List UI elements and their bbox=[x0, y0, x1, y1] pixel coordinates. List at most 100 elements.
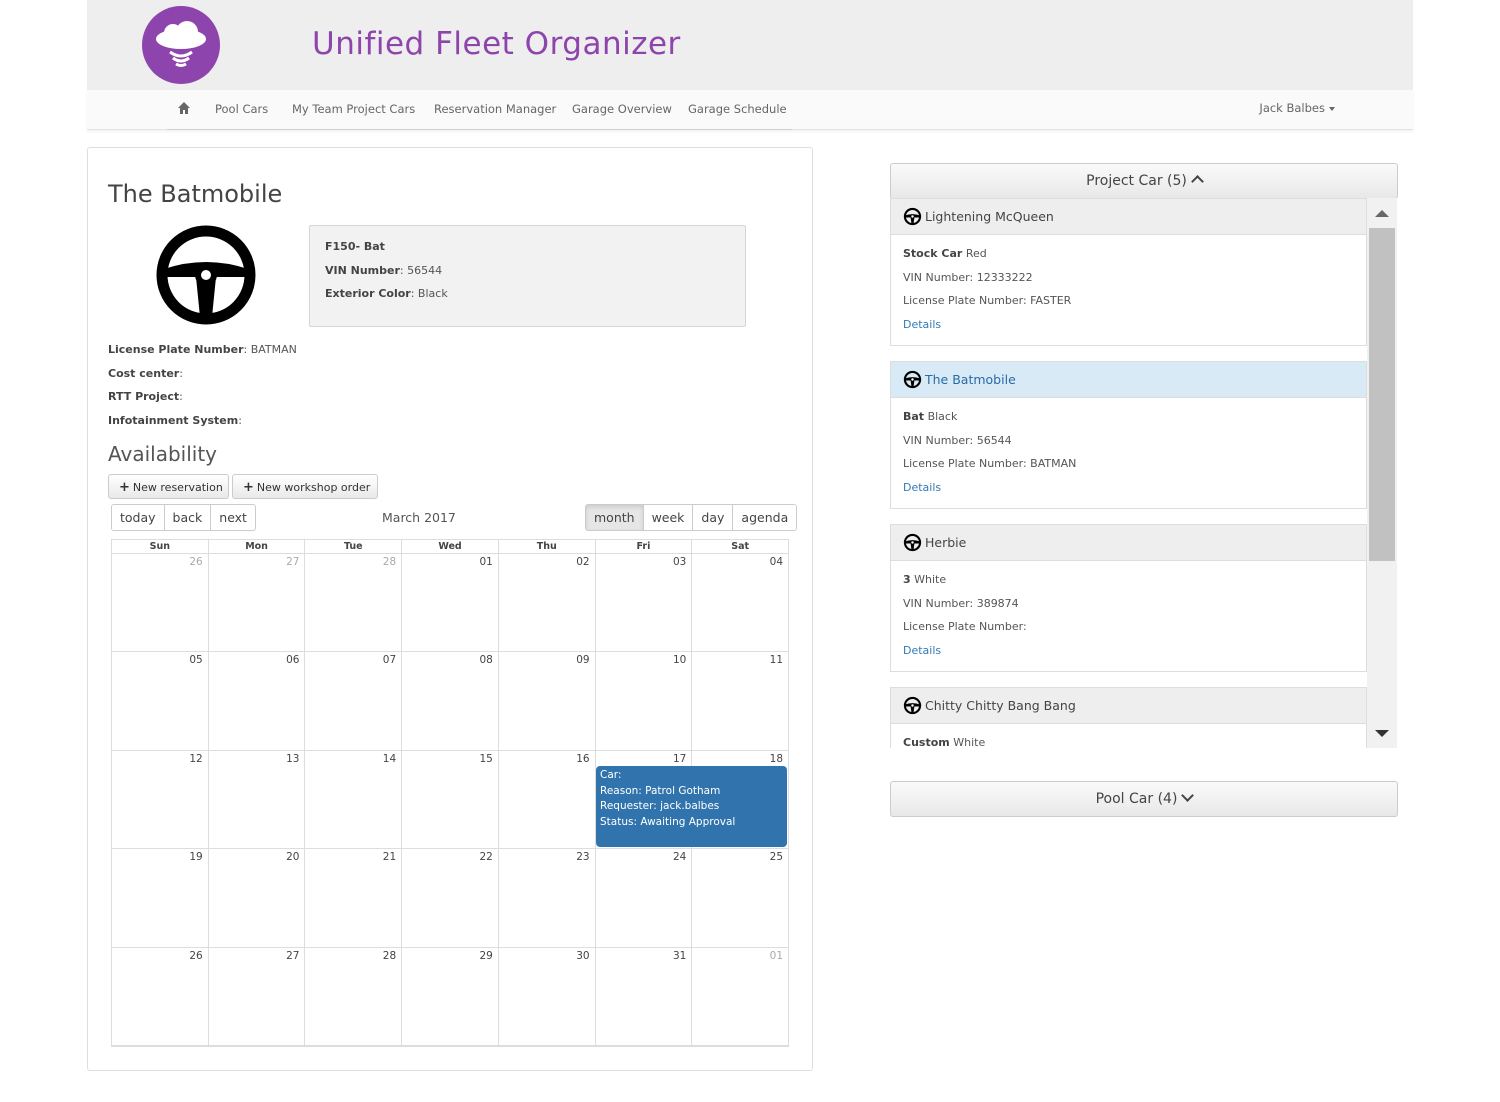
new-reservation-button[interactable]: + New reservation bbox=[108, 474, 229, 499]
spec-exterior-color: Exterior Color: Black bbox=[325, 287, 448, 300]
calendar-day-cell[interactable]: 27 bbox=[209, 947, 306, 1045]
day-number: 14 bbox=[382, 752, 397, 765]
car-vin: VIN Number: 389874 bbox=[903, 596, 1019, 610]
calendar-day-cell[interactable]: 11 bbox=[692, 652, 788, 749]
calendar-day-cell[interactable]: 29 bbox=[402, 947, 499, 1045]
calendar-day-cell[interactable]: 03 bbox=[596, 554, 693, 652]
calendar-day-cell[interactable]: 02 bbox=[499, 554, 596, 652]
user-menu[interactable]: Jack Balbes bbox=[1259, 101, 1335, 115]
calendar-day-cell[interactable]: 30 bbox=[499, 947, 596, 1045]
calendar-day-cell[interactable]: 23 bbox=[499, 849, 596, 947]
day-number: 09 bbox=[576, 654, 590, 667]
weekday-label: Tue bbox=[305, 540, 403, 553]
view-day-button[interactable]: day bbox=[693, 505, 734, 530]
day-number: 27 bbox=[286, 949, 300, 962]
nav-divider bbox=[167, 129, 792, 130]
calendar-day-cell[interactable]: 24 bbox=[596, 849, 693, 947]
calendar-view-group: month week day agenda bbox=[585, 504, 798, 531]
calendar-day-cell[interactable]: 06 bbox=[209, 652, 306, 750]
scroll-down-arrow-icon[interactable] bbox=[1375, 730, 1389, 737]
day-number: 01 bbox=[479, 556, 493, 568]
view-month-button[interactable]: month bbox=[586, 505, 644, 530]
calendar-day-cell[interactable]: 20 bbox=[209, 849, 306, 947]
calendar-day-cell[interactable]: 13 bbox=[209, 750, 306, 849]
nav-pool-cars[interactable]: Pool Cars bbox=[215, 102, 268, 116]
car-card-header[interactable]: Herbie bbox=[891, 525, 1366, 561]
day-number: 31 bbox=[672, 949, 687, 962]
calendar-day-cell[interactable]: 09 bbox=[499, 652, 596, 750]
day-number: 18 bbox=[769, 752, 784, 765]
day-number: 30 bbox=[576, 949, 590, 962]
car-model: Stock Car Red bbox=[903, 247, 987, 260]
car-plate: License Plate Number: bbox=[903, 620, 1027, 633]
calendar-month-label: March 2017 bbox=[382, 510, 456, 525]
new-workshop-order-button[interactable]: + New workshop order bbox=[232, 474, 378, 499]
car-vin: VIN Number: 12333222 bbox=[903, 270, 1033, 284]
car-plate: License Plate Number: FASTER bbox=[903, 294, 1072, 307]
nav-garage-overview[interactable]: Garage Overview bbox=[572, 102, 672, 116]
calendar-day-cell[interactable]: 25 bbox=[692, 849, 788, 946]
day-number: 11 bbox=[769, 654, 784, 667]
day-number: 26 bbox=[189, 949, 203, 962]
calendar-day-cell[interactable]: 15 bbox=[402, 750, 499, 849]
scroll-thumb[interactable] bbox=[1369, 228, 1395, 561]
calendar-day-cell[interactable]: 26 bbox=[112, 947, 209, 1045]
car-list-scrollbar[interactable] bbox=[1367, 198, 1397, 748]
details-link[interactable]: Details bbox=[903, 644, 1354, 657]
spec-box: F150- Bat VIN Number: 56544 Exterior Col… bbox=[309, 225, 746, 327]
car-card-header[interactable]: Chitty Chitty Bang Bang bbox=[891, 688, 1366, 724]
calendar-day-cell[interactable]: 19 bbox=[112, 849, 209, 947]
car-card-header[interactable]: The Batmobile bbox=[891, 362, 1366, 398]
day-number: 16 bbox=[576, 752, 590, 765]
calendar-day-cell[interactable]: 28 bbox=[305, 947, 403, 1045]
calendar-day-cell[interactable]: 12 bbox=[112, 750, 209, 849]
calendar-day-cell[interactable]: 27 bbox=[209, 554, 306, 652]
calendar-week-row: 26 27 28 29 30 31 01 bbox=[112, 947, 788, 1046]
calendar-day-cell[interactable]: 28 bbox=[305, 554, 403, 652]
back-button[interactable]: back bbox=[164, 505, 212, 530]
car-title: The Batmobile bbox=[108, 180, 283, 208]
calendar-day-cell[interactable]: 01 bbox=[692, 948, 788, 1045]
day-number: 21 bbox=[382, 851, 397, 864]
project-car-accordion[interactable]: Project Car (5) bbox=[890, 163, 1398, 199]
pool-car-accordion[interactable]: Pool Car (4) bbox=[890, 781, 1398, 817]
nav-reservation-manager[interactable]: Reservation Manager bbox=[434, 102, 556, 116]
car-card-header[interactable]: Lightening McQueen bbox=[891, 199, 1366, 235]
weekday-label: Sat bbox=[731, 541, 750, 552]
day-number: 10 bbox=[672, 654, 687, 667]
main-nav: Pool Cars My Team Project Cars Reservati… bbox=[87, 90, 1413, 130]
calendar-day-cell[interactable]: 21 bbox=[305, 849, 403, 947]
view-week-button[interactable]: week bbox=[643, 505, 694, 530]
details-link[interactable]: Details bbox=[903, 318, 1354, 331]
calendar-day-cell[interactable]: 31 bbox=[596, 947, 693, 1045]
details-link[interactable]: Details bbox=[903, 481, 1354, 494]
car-model: 3 White bbox=[903, 573, 947, 586]
calendar-day-cell[interactable]: 22 bbox=[402, 849, 499, 947]
calendar-day-cell[interactable]: 14 bbox=[305, 750, 403, 849]
view-agenda-button[interactable]: agenda bbox=[733, 505, 797, 530]
calendar-day-cell[interactable]: 10 bbox=[596, 652, 693, 750]
nav-garage-schedule[interactable]: Garage Schedule bbox=[688, 102, 787, 116]
spec-model: F150- Bat bbox=[325, 240, 385, 253]
calendar-day-cell[interactable]: 26 bbox=[112, 554, 209, 652]
car-card: The Batmobile Bat Black VIN Number: 5654… bbox=[890, 361, 1367, 509]
detail-rtt-project: RTT Project: bbox=[108, 390, 183, 403]
calendar-day-cell[interactable]: 05 bbox=[112, 652, 209, 750]
calendar-day-cell[interactable]: 07 bbox=[305, 652, 403, 750]
calendar-day-cell[interactable]: 08 bbox=[402, 652, 499, 750]
steering-wheel-icon bbox=[156, 225, 256, 325]
home-icon[interactable] bbox=[177, 101, 191, 115]
today-button[interactable]: today bbox=[112, 505, 165, 530]
car-card: Chitty Chitty Bang Bang Custom White bbox=[890, 687, 1367, 748]
nav-my-team-project-cars[interactable]: My Team Project Cars bbox=[292, 102, 415, 116]
day-number: 05 bbox=[189, 654, 203, 667]
calendar-day-cell[interactable]: 04 bbox=[692, 554, 788, 651]
calendar-day-cell[interactable]: 16 bbox=[499, 750, 596, 849]
reservation-event[interactable]: Car: Reason: Patrol Gotham Requester: ja… bbox=[596, 766, 787, 847]
day-number: 01 bbox=[769, 949, 784, 962]
weekday-label: Fri bbox=[596, 540, 693, 553]
weekday-label: Wed bbox=[402, 540, 499, 553]
calendar-day-cell[interactable]: 01 bbox=[402, 554, 499, 652]
next-button[interactable]: next bbox=[211, 505, 255, 530]
scroll-up-arrow-icon[interactable] bbox=[1375, 210, 1389, 217]
